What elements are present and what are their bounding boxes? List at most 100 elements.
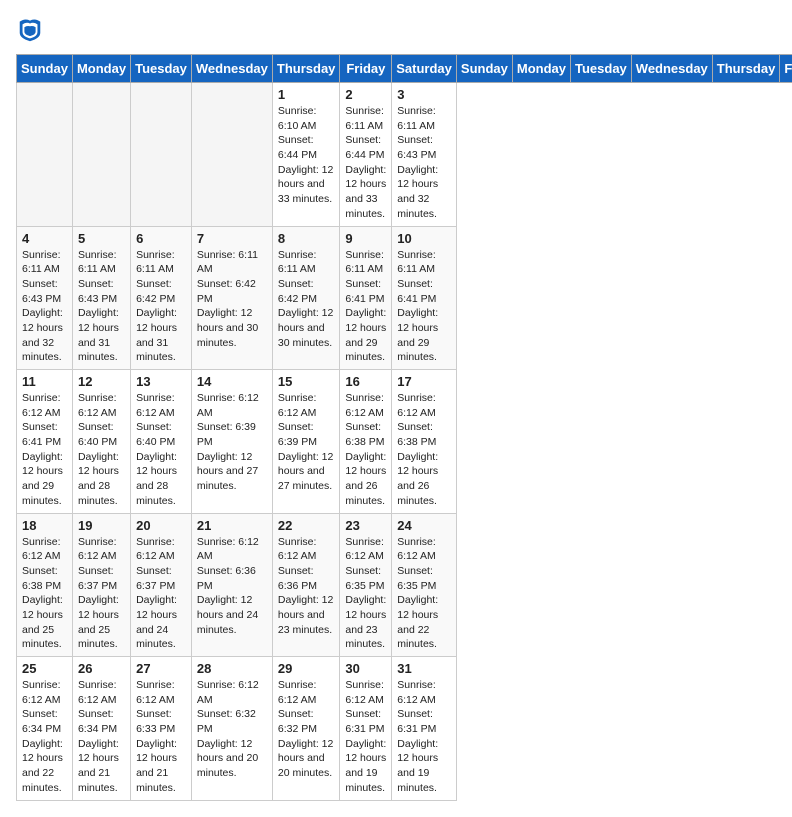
day-number: 7: [197, 231, 267, 246]
calendar-table: SundayMondayTuesdayWednesdayThursdayFrid…: [16, 54, 792, 801]
calendar-day-cell: 31 Sunrise: 6:12 AM Sunset: 6:31 PM Dayli…: [392, 657, 457, 801]
day-number: 25: [22, 661, 67, 676]
day-number: 27: [136, 661, 186, 676]
day-info: Sunrise: 6:12 AM Sunset: 6:40 PM Dayligh…: [136, 391, 186, 509]
calendar-week-row: 25 Sunrise: 6:12 AM Sunset: 6:34 PM Dayli…: [17, 657, 792, 801]
calendar-day-cell: 20 Sunrise: 6:12 AM Sunset: 6:37 PM Dayli…: [131, 513, 192, 657]
day-of-week-header: Wednesday: [191, 55, 272, 83]
day-info: Sunrise: 6:12 AM Sunset: 6:36 PM Dayligh…: [197, 535, 267, 638]
day-info: Sunrise: 6:12 AM Sunset: 6:40 PM Dayligh…: [78, 391, 125, 509]
calendar-day-cell: 28Sunrise: 6:12 AM Sunset: 6:32 PM Dayli…: [191, 657, 272, 801]
day-info: Sunrise: 6:12 AM Sunset: 6:36 PM Dayligh…: [278, 535, 335, 638]
day-of-week-header: Tuesday: [131, 55, 192, 83]
page-header: [16, 16, 776, 44]
calendar-header-row: SundayMondayTuesdayWednesdayThursdayFrid…: [17, 55, 792, 83]
day-number: 5: [78, 231, 125, 246]
calendar-day-cell: 30 Sunrise: 6:12 AM Sunset: 6:31 PM Dayli…: [340, 657, 392, 801]
calendar-day-cell: 13 Sunrise: 6:12 AM Sunset: 6:40 PM Dayli…: [131, 370, 192, 514]
day-of-week-header: Monday: [72, 55, 130, 83]
day-of-week-header: Friday: [340, 55, 392, 83]
day-info: Sunrise: 6:11 AM Sunset: 6:41 PM Dayligh…: [345, 248, 386, 366]
calendar-day-cell: 16 Sunrise: 6:12 AM Sunset: 6:38 PM Dayli…: [340, 370, 392, 514]
calendar-day-cell: 19Sunrise: 6:12 AM Sunset: 6:37 PM Dayli…: [72, 513, 130, 657]
calendar-week-row: 18Sunrise: 6:12 AM Sunset: 6:38 PM Dayli…: [17, 513, 792, 657]
calendar-day-cell: 27 Sunrise: 6:12 AM Sunset: 6:33 PM Dayli…: [131, 657, 192, 801]
calendar-day-cell: 23 Sunrise: 6:12 AM Sunset: 6:35 PM Dayli…: [340, 513, 392, 657]
day-number: 8: [278, 231, 335, 246]
calendar-day-cell: [17, 83, 73, 227]
day-number: 20: [136, 518, 186, 533]
calendar-day-cell: 18Sunrise: 6:12 AM Sunset: 6:38 PM Dayli…: [17, 513, 73, 657]
day-of-week-header: Thursday: [272, 55, 340, 83]
day-number: 9: [345, 231, 386, 246]
calendar-day-cell: 11 Sunrise: 6:12 AM Sunset: 6:41 PM Dayli…: [17, 370, 73, 514]
day-info: Sunrise: 6:11 AM Sunset: 6:43 PM Dayligh…: [22, 248, 67, 366]
day-number: 16: [345, 374, 386, 389]
day-info: Sunrise: 6:12 AM Sunset: 6:32 PM Dayligh…: [197, 678, 267, 781]
day-number: 1: [278, 87, 335, 102]
day-info: Sunrise: 6:12 AM Sunset: 6:31 PM Dayligh…: [397, 678, 451, 796]
day-number: 10: [397, 231, 451, 246]
day-number: 15: [278, 374, 335, 389]
day-of-week-header: Saturday: [392, 55, 457, 83]
day-info: Sunrise: 6:11 AM Sunset: 6:44 PM Dayligh…: [345, 104, 386, 222]
day-number: 4: [22, 231, 67, 246]
day-number: 13: [136, 374, 186, 389]
calendar-day-cell: 17Sunrise: 6:12 AM Sunset: 6:38 PM Dayli…: [392, 370, 457, 514]
calendar-day-cell: 14Sunrise: 6:12 AM Sunset: 6:39 PM Dayli…: [191, 370, 272, 514]
calendar-day-cell: [191, 83, 272, 227]
day-of-week-header: Sunday: [17, 55, 73, 83]
day-info: Sunrise: 6:11 AM Sunset: 6:42 PM Dayligh…: [197, 248, 267, 351]
day-info: Sunrise: 6:12 AM Sunset: 6:38 PM Dayligh…: [22, 535, 67, 653]
calendar-day-cell: 21 Sunrise: 6:12 AM Sunset: 6:36 PM Dayli…: [191, 513, 272, 657]
day-number: 11: [22, 374, 67, 389]
day-info: Sunrise: 6:12 AM Sunset: 6:39 PM Dayligh…: [197, 391, 267, 494]
day-info: Sunrise: 6:12 AM Sunset: 6:37 PM Dayligh…: [78, 535, 125, 653]
day-info: Sunrise: 6:12 AM Sunset: 6:34 PM Dayligh…: [78, 678, 125, 796]
calendar-day-cell: 4 Sunrise: 6:11 AM Sunset: 6:43 PM Daylig…: [17, 226, 73, 370]
day-number: 12: [78, 374, 125, 389]
day-info: Sunrise: 6:12 AM Sunset: 6:34 PM Dayligh…: [22, 678, 67, 796]
calendar-day-cell: 2 Sunrise: 6:11 AM Sunset: 6:44 PM Daylig…: [340, 83, 392, 227]
calendar-day-cell: 1Sunrise: 6:10 AM Sunset: 6:44 PM Daylig…: [272, 83, 340, 227]
day-info: Sunrise: 6:12 AM Sunset: 6:39 PM Dayligh…: [278, 391, 335, 494]
day-header: Thursday: [712, 55, 780, 83]
calendar-day-cell: 5Sunrise: 6:11 AM Sunset: 6:43 PM Daylig…: [72, 226, 130, 370]
day-info: Sunrise: 6:12 AM Sunset: 6:33 PM Dayligh…: [136, 678, 186, 796]
day-info: Sunrise: 6:11 AM Sunset: 6:42 PM Dayligh…: [136, 248, 186, 366]
calendar-day-cell: 10 Sunrise: 6:11 AM Sunset: 6:41 PM Dayli…: [392, 226, 457, 370]
day-number: 29: [278, 661, 335, 676]
day-info: Sunrise: 6:12 AM Sunset: 6:35 PM Dayligh…: [345, 535, 386, 653]
day-number: 6: [136, 231, 186, 246]
calendar-week-row: 1Sunrise: 6:10 AM Sunset: 6:44 PM Daylig…: [17, 83, 792, 227]
day-header: Friday: [780, 55, 792, 83]
calendar-day-cell: 8 Sunrise: 6:11 AM Sunset: 6:42 PM Daylig…: [272, 226, 340, 370]
calendar-day-cell: 9 Sunrise: 6:11 AM Sunset: 6:41 PM Daylig…: [340, 226, 392, 370]
day-info: Sunrise: 6:11 AM Sunset: 6:41 PM Dayligh…: [397, 248, 451, 366]
day-number: 31: [397, 661, 451, 676]
calendar-day-cell: 15 Sunrise: 6:12 AM Sunset: 6:39 PM Dayli…: [272, 370, 340, 514]
day-info: Sunrise: 6:11 AM Sunset: 6:42 PM Dayligh…: [278, 248, 335, 351]
calendar-day-cell: 3Sunrise: 6:11 AM Sunset: 6:43 PM Daylig…: [392, 83, 457, 227]
day-number: 30: [345, 661, 386, 676]
logo: [16, 16, 48, 44]
day-number: 21: [197, 518, 267, 533]
logo-icon: [16, 16, 44, 44]
day-header: Wednesday: [631, 55, 712, 83]
calendar-week-row: 11 Sunrise: 6:12 AM Sunset: 6:41 PM Dayli…: [17, 370, 792, 514]
day-header: Tuesday: [571, 55, 632, 83]
day-info: Sunrise: 6:12 AM Sunset: 6:32 PM Dayligh…: [278, 678, 335, 781]
day-info: Sunrise: 6:12 AM Sunset: 6:37 PM Dayligh…: [136, 535, 186, 653]
calendar-day-cell: 7 Sunrise: 6:11 AM Sunset: 6:42 PM Daylig…: [191, 226, 272, 370]
calendar-day-cell: [131, 83, 192, 227]
day-number: 24: [397, 518, 451, 533]
day-info: Sunrise: 6:12 AM Sunset: 6:35 PM Dayligh…: [397, 535, 451, 653]
day-number: 22: [278, 518, 335, 533]
calendar-day-cell: 22 Sunrise: 6:12 AM Sunset: 6:36 PM Dayli…: [272, 513, 340, 657]
day-info: Sunrise: 6:12 AM Sunset: 6:38 PM Dayligh…: [345, 391, 386, 509]
day-number: 2: [345, 87, 386, 102]
day-info: Sunrise: 6:12 AM Sunset: 6:31 PM Dayligh…: [345, 678, 386, 796]
day-info: Sunrise: 6:12 AM Sunset: 6:41 PM Dayligh…: [22, 391, 67, 509]
calendar-day-cell: 6 Sunrise: 6:11 AM Sunset: 6:42 PM Daylig…: [131, 226, 192, 370]
day-number: 23: [345, 518, 386, 533]
